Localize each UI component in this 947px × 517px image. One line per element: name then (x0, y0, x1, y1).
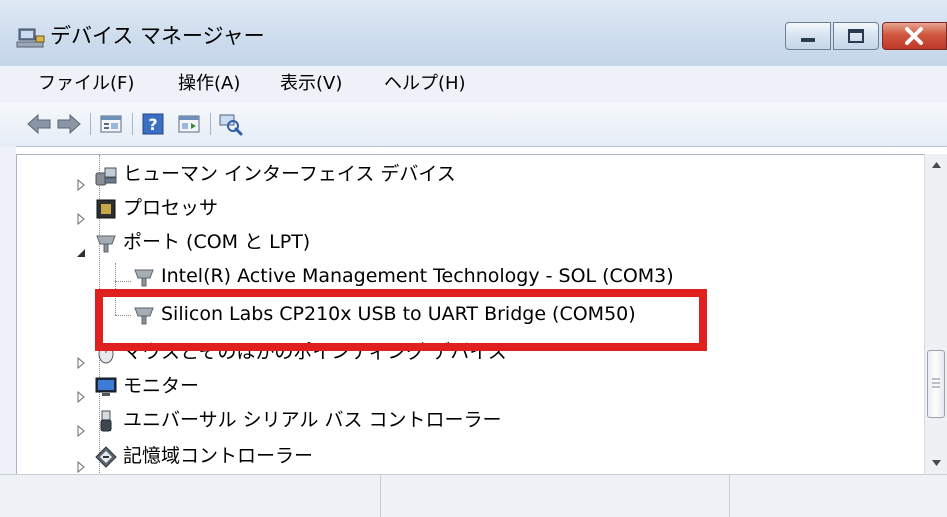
port-icon (133, 265, 155, 287)
tree-node-ports[interactable]: ポート (COM と LPT) (17, 225, 917, 259)
menu-file[interactable]: ファイル(F) (38, 73, 134, 95)
close-icon (905, 27, 923, 45)
help-icon: ? (142, 113, 164, 135)
help-button[interactable]: ? (140, 112, 166, 136)
scroll-up-arrow-icon (932, 162, 941, 168)
back-arrow-icon (27, 113, 51, 135)
toolbar-separator (90, 113, 91, 135)
tree-node-label: プロセッサ (123, 197, 219, 219)
device-manager-icon (16, 27, 46, 49)
storage-controller-icon (95, 445, 117, 468)
forward-arrow-icon (57, 113, 81, 135)
properties-view-icon (100, 115, 122, 133)
tree-node-label: モニター (123, 375, 200, 397)
menu-bar: ファイル(F) 操作(A) 表示(V) ヘルプ(H) (0, 66, 947, 103)
tree-node-monitors[interactable]: モニター (17, 369, 917, 404)
collapsed-expander-icon[interactable] (75, 450, 87, 474)
tree-node-hid[interactable]: ヒューマン インターフェイス デバイス (17, 157, 917, 192)
maximize-button[interactable] (833, 22, 879, 50)
processor-icon (95, 197, 117, 219)
menu-view[interactable]: 表示(V) (280, 73, 342, 95)
toolbar-separator (210, 113, 211, 135)
toolbar-separator (132, 113, 133, 135)
status-pane (381, 475, 730, 517)
tree-node-intel-amt-sol[interactable]: Intel(R) Active Management Technology - … (17, 259, 917, 293)
collapsed-expander-icon[interactable] (75, 346, 87, 370)
action-view-icon (178, 115, 200, 133)
scroll-down-arrow-icon (932, 460, 941, 466)
forward-button[interactable] (56, 112, 82, 136)
tree-node-label: ポート (COM と LPT) (123, 231, 311, 253)
tree-node-label: ヒューマン インターフェイス デバイス (123, 163, 456, 185)
scroll-up-button[interactable] (925, 154, 947, 176)
port-icon (95, 231, 117, 253)
hid-icon (95, 163, 117, 186)
collapsed-expander-icon[interactable] (75, 414, 87, 438)
grip-icon (932, 378, 940, 388)
title-bar[interactable]: デバイス マネージャー (0, 0, 947, 66)
scan-hardware-icon (219, 114, 243, 136)
back-button[interactable] (26, 112, 52, 136)
menu-action[interactable]: 操作(A) (178, 73, 240, 95)
svg-text:?: ? (148, 115, 157, 134)
window-frame-left (0, 146, 16, 476)
toolbar: ? (0, 102, 947, 147)
minimize-icon (801, 38, 815, 42)
highlight-box (95, 289, 707, 351)
properties-view-button[interactable] (98, 112, 124, 136)
collapsed-expander-icon[interactable] (75, 380, 87, 404)
usb-icon (95, 409, 117, 432)
scan-hardware-button[interactable] (218, 112, 244, 136)
collapsed-expander-icon[interactable] (75, 168, 87, 192)
action-view-button[interactable] (176, 112, 202, 136)
maximize-icon (848, 29, 864, 43)
window-title: デバイス マネージャー (50, 24, 265, 48)
close-button[interactable] (882, 22, 947, 50)
status-bar (0, 474, 947, 517)
monitor-icon (95, 375, 117, 397)
tree-node-processor[interactable]: プロセッサ (17, 191, 917, 226)
collapsed-expander-icon[interactable] (75, 202, 87, 226)
tree-node-label: 記憶域コントローラー (123, 445, 314, 467)
menu-help[interactable]: ヘルプ(H) (384, 73, 466, 95)
scroll-down-button[interactable] (925, 452, 947, 474)
tree-node-label: ユニバーサル シリアル バス コントローラー (123, 409, 502, 431)
tree-node-storage-controllers[interactable]: 記憶域コントローラー (17, 439, 917, 474)
tree-node-label: Intel(R) Active Management Technology - … (161, 265, 674, 287)
status-pane (0, 475, 381, 517)
vertical-scrollbar[interactable] (924, 154, 947, 474)
minimize-button[interactable] (785, 22, 831, 50)
tree-node-usb-controllers[interactable]: ユニバーサル シリアル バス コントローラー (17, 403, 917, 438)
expanded-expander-icon[interactable] (75, 236, 87, 257)
scroll-thumb[interactable] (927, 350, 945, 418)
